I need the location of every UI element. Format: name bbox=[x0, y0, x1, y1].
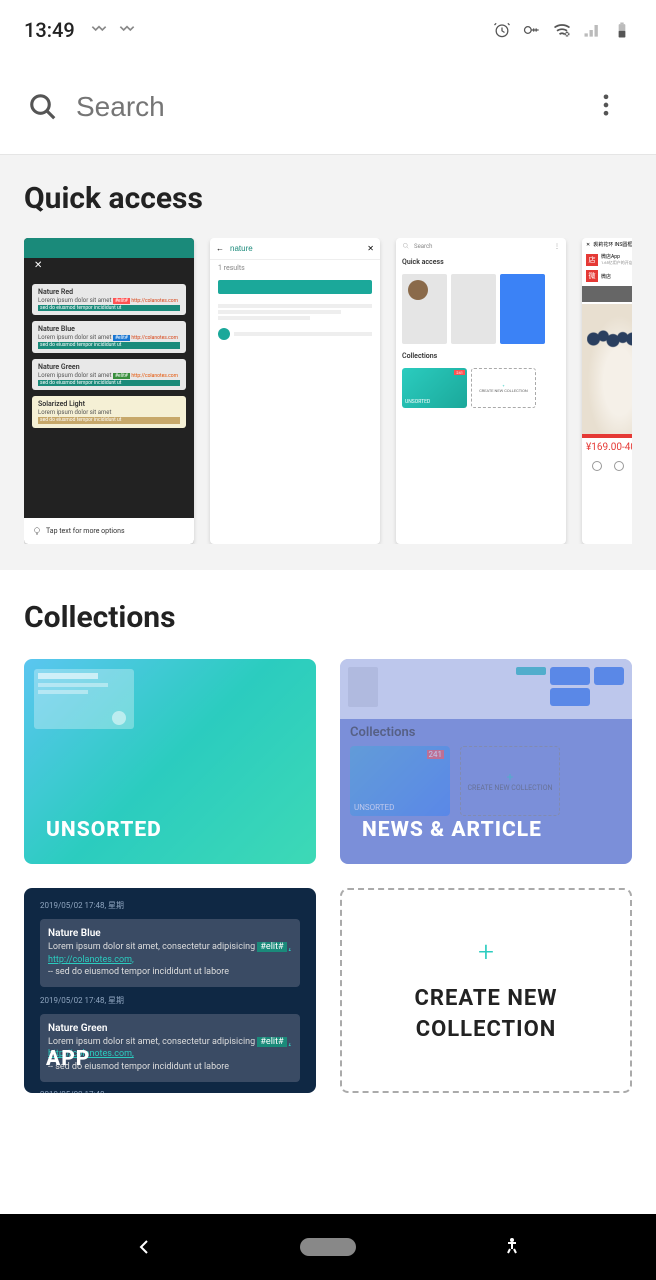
collection-card-app[interactable]: 2019/05/02 17:48, 星期 Nature Blue Lorem i… bbox=[24, 888, 316, 1093]
thumbnail bbox=[500, 274, 545, 344]
thumbnail bbox=[451, 274, 496, 344]
collection-thumbnails: 241 UNSORTED + CREATE NEW COLLECTION bbox=[396, 364, 566, 412]
product-price: ¥169.00-409. bbox=[582, 438, 632, 457]
status-left: 13:49 bbox=[24, 18, 137, 42]
note-preview: Solarized Light Lorem ipsum dolor sit am… bbox=[32, 396, 186, 427]
search-bar bbox=[0, 60, 656, 155]
preview-box bbox=[34, 669, 134, 729]
search-preview-input bbox=[230, 244, 361, 253]
quick-access-section: Quick access ✕ Nature Red Lorem ipsum do… bbox=[0, 155, 656, 570]
inner-create: + CREATE NEW COLLECTION bbox=[460, 746, 560, 816]
preview-thumbnails bbox=[396, 270, 566, 348]
quick-access-title: Quick access bbox=[24, 181, 632, 216]
search-container[interactable] bbox=[28, 91, 584, 123]
signal-icon bbox=[582, 20, 602, 40]
collections-grid: UNSORTED Collections bbox=[24, 659, 632, 1093]
notification-icon bbox=[117, 20, 137, 40]
close-icon: ✕ bbox=[586, 242, 590, 248]
notification-icon bbox=[89, 20, 109, 40]
card-header: ✕ 裘莉花环 INS圆框简 bbox=[582, 238, 632, 251]
collection-card-news[interactable]: Collections 241 UNSORTED + CREATE NEW CO… bbox=[340, 659, 632, 864]
note-date: 2019/05/02 17:48 bbox=[40, 1088, 300, 1093]
search-icon bbox=[402, 242, 410, 250]
card-header bbox=[24, 238, 194, 258]
note-preview: Nature Blue Lorem ipsum dolor sit amet, … bbox=[40, 919, 300, 987]
close-icon: ✕ bbox=[367, 244, 374, 253]
collection-label: UNSORTED bbox=[46, 818, 294, 842]
create-collection-thumbnail: + CREATE NEW COLLECTION bbox=[471, 368, 536, 408]
divider bbox=[582, 286, 632, 302]
search-input[interactable] bbox=[76, 91, 584, 123]
note-preview: Nature Red Lorem ipsum dolor sit amet #e… bbox=[32, 284, 186, 315]
wifi-icon bbox=[552, 20, 572, 40]
close-icon: ✕ bbox=[34, 260, 42, 271]
note-preview: Nature Green Lorem ipsum dolor sit amet … bbox=[32, 359, 186, 390]
store-icon: 微 bbox=[586, 270, 598, 282]
more-vertical-icon bbox=[592, 91, 620, 119]
badge: 241 bbox=[427, 750, 445, 759]
create-collection-card[interactable]: + CREATE NEW COLLECTION bbox=[340, 888, 632, 1093]
collections-title: Collections bbox=[24, 600, 632, 635]
note-preview: Nature Blue Lorem ipsum dolor sit amet #… bbox=[32, 321, 186, 352]
more-button[interactable] bbox=[584, 83, 628, 131]
card-body: Nature Red Lorem ipsum dolor sit amet #e… bbox=[24, 258, 194, 428]
collections-section: Collections UNSORTED bbox=[0, 570, 656, 1123]
quick-access-card[interactable]: Search ⋮ Quick access Collections 241 UN… bbox=[396, 238, 566, 544]
result-content bbox=[210, 298, 380, 344]
create-label: CREATE NEW COLLECTION bbox=[364, 984, 608, 1046]
product-image bbox=[582, 304, 632, 434]
search-icon bbox=[28, 92, 58, 122]
inner-collection: 241 UNSORTED bbox=[350, 746, 450, 816]
lightbulb-icon bbox=[32, 526, 42, 536]
thumbnail bbox=[402, 274, 447, 344]
card-header: ← ✕ bbox=[210, 238, 380, 260]
preview-strip bbox=[340, 659, 632, 719]
quick-access-card[interactable]: ✕ 裘莉花环 INS圆框简 店 微店App 1.65亿用户的开店选 微 微店 bbox=[582, 238, 632, 544]
accessibility-icon[interactable] bbox=[500, 1235, 524, 1259]
plus-icon: + bbox=[478, 935, 494, 968]
inner-section-label: Collections bbox=[340, 719, 632, 746]
section-label: Quick access bbox=[396, 254, 566, 270]
collection-card-unsorted[interactable]: UNSORTED bbox=[24, 659, 316, 864]
inner-cards: 241 UNSORTED + CREATE NEW COLLECTION bbox=[340, 746, 632, 816]
card-footer: Tap text for more options bbox=[24, 518, 194, 544]
status-right bbox=[492, 20, 632, 40]
plus-icon: + bbox=[507, 770, 514, 784]
cake-illustration bbox=[582, 304, 632, 434]
note-date: 2019/05/02 17:48, 星期 bbox=[40, 898, 300, 913]
action-icons bbox=[582, 457, 632, 475]
quick-access-cards[interactable]: ✕ Nature Red Lorem ipsum dolor sit amet … bbox=[24, 238, 632, 544]
more-icon: ⋮ bbox=[554, 243, 560, 250]
key-icon bbox=[522, 20, 542, 40]
store-row: 店 微店App 1.65亿用户的开店选 bbox=[582, 251, 632, 268]
collection-thumbnail: 241 UNSORTED bbox=[402, 368, 467, 408]
battery-icon bbox=[612, 20, 632, 40]
badge: 241 bbox=[454, 370, 465, 375]
store-row: 微 微店 bbox=[582, 268, 632, 284]
navigation-bar bbox=[0, 1214, 656, 1280]
status-time: 13:49 bbox=[24, 18, 75, 42]
quick-access-card[interactable]: ← ✕ 1 results bbox=[210, 238, 380, 544]
results-count: 1 results bbox=[210, 260, 380, 276]
status-bar: 13:49 bbox=[0, 0, 656, 60]
status-notifications bbox=[89, 20, 137, 40]
action-icon bbox=[592, 461, 602, 471]
collection-label: APP bbox=[46, 1047, 294, 1071]
back-icon[interactable] bbox=[132, 1235, 156, 1259]
result-item bbox=[218, 280, 372, 294]
store-icon: 店 bbox=[586, 254, 598, 266]
action-icon bbox=[614, 461, 624, 471]
section-label: Collections bbox=[396, 348, 566, 364]
alarm-icon bbox=[492, 20, 512, 40]
back-icon: ← bbox=[216, 244, 224, 253]
note-date: 2019/05/02 17:48, 星期 bbox=[40, 993, 300, 1008]
collection-label: NEWS & ARTICLE bbox=[362, 818, 610, 842]
quick-access-card[interactable]: ✕ Nature Red Lorem ipsum dolor sit amet … bbox=[24, 238, 194, 544]
home-pill[interactable] bbox=[300, 1238, 356, 1256]
card-header: Search ⋮ bbox=[396, 238, 566, 254]
